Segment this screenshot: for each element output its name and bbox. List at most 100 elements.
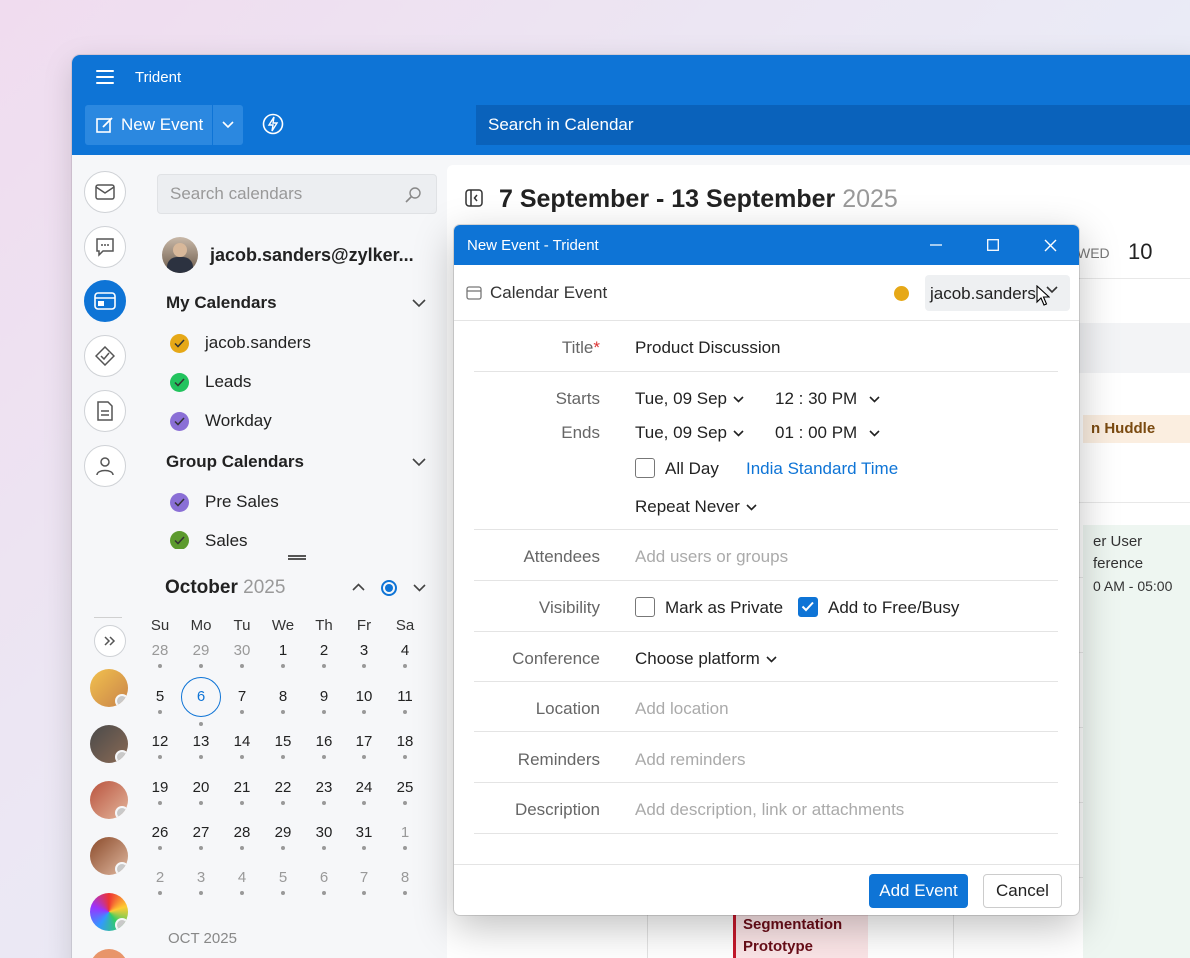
mini-calendar-day[interactable]: 28 (140, 642, 180, 668)
account-row[interactable]: jacob.sanders@zylker... (162, 237, 414, 273)
timezone-link[interactable]: India Standard Time (746, 459, 898, 479)
group-calendars-heading[interactable]: Group Calendars (166, 452, 304, 472)
mini-calendar-day[interactable]: 3 (181, 869, 221, 895)
mini-calendar-day[interactable]: 2 (304, 642, 344, 668)
start-time-select[interactable]: 12 : 30 PM (775, 389, 880, 409)
event-conference[interactable]: er User ference 0 AM - 05:00 (1083, 525, 1190, 958)
event-segmentation[interactable]: Segmentation Prototype (733, 910, 868, 958)
day-number[interactable]: 10 (1128, 239, 1152, 265)
calendar-item-workday[interactable]: Workday (170, 411, 272, 431)
title-input[interactable]: Product Discussion (635, 338, 781, 358)
close-button[interactable] (1022, 225, 1078, 265)
checkmark-icon[interactable] (170, 492, 189, 512)
mini-calendar-day[interactable]: 3 (344, 642, 384, 668)
mini-calendar-day[interactable]: 5 (140, 688, 180, 714)
hamburger-menu-icon[interactable] (96, 70, 116, 84)
search-calendar-input[interactable]: Search in Calendar (476, 105, 1190, 145)
mini-calendar-day[interactable]: 9 (304, 688, 344, 714)
chevron-down-icon[interactable] (412, 458, 426, 467)
lightning-icon[interactable] (262, 113, 284, 135)
checkmark-icon[interactable] (170, 333, 189, 353)
mini-calendar-day[interactable]: 20 (181, 779, 221, 805)
end-time-select[interactable]: 01 : 00 PM (775, 423, 880, 443)
mini-calendar-day[interactable]: 16 (304, 733, 344, 759)
contacts-icon[interactable] (84, 445, 126, 487)
mini-calendar-day[interactable]: 10 (344, 688, 384, 714)
maximize-button[interactable] (965, 225, 1021, 265)
chat-icon[interactable] (84, 226, 126, 268)
notes-icon[interactable] (84, 390, 126, 432)
all-day-row[interactable] (1077, 323, 1190, 373)
mini-calendar-day[interactable]: 15 (263, 733, 303, 759)
checkmark-icon[interactable] (170, 372, 189, 392)
mini-calendar-day[interactable]: 13 (181, 733, 221, 759)
reminders-input[interactable]: Add reminders (635, 750, 746, 770)
start-date-select[interactable]: Tue, 09 Sep (635, 389, 744, 409)
chevron-up-icon[interactable] (352, 583, 365, 591)
mini-calendar-day[interactable]: 8 (385, 869, 425, 895)
mini-calendar-day[interactable]: 5 (263, 869, 303, 895)
mini-calendar-day[interactable]: 2 (140, 869, 180, 895)
avatar[interactable] (90, 725, 128, 763)
location-input[interactable]: Add location (635, 699, 729, 719)
cancel-button[interactable]: Cancel (983, 874, 1062, 908)
mini-calendar-day[interactable]: 21 (222, 779, 262, 805)
new-event-dropdown[interactable] (213, 105, 243, 145)
mark-private-checkbox[interactable] (635, 597, 655, 617)
avatar[interactable] (90, 949, 128, 958)
mini-calendar-day[interactable]: 12 (140, 733, 180, 759)
mini-calendar-day[interactable]: 7 (344, 869, 384, 895)
expand-rail-button[interactable] (94, 625, 126, 657)
mini-calendar-day[interactable]: 6 (181, 677, 221, 726)
event-type[interactable]: Calendar Event (466, 283, 607, 303)
mini-calendar-day[interactable]: 8 (263, 688, 303, 714)
description-input[interactable]: Add description, link or attachments (635, 800, 904, 820)
conference-select[interactable]: Choose platform (635, 649, 777, 669)
my-calendars-heading[interactable]: My Calendars (166, 293, 277, 313)
collapse-sidebar-icon[interactable] (465, 189, 483, 207)
mini-calendar-day[interactable]: 25 (385, 779, 425, 805)
mini-calendar-day[interactable]: 26 (140, 824, 180, 850)
mini-calendar-day[interactable]: 1 (385, 824, 425, 850)
today-icon[interactable] (381, 580, 397, 596)
mini-calendar-day[interactable]: 30 (304, 824, 344, 850)
event-huddle[interactable]: n Huddle (1083, 415, 1190, 443)
chevron-down-icon[interactable] (412, 299, 426, 308)
free-busy-checkbox[interactable] (798, 597, 818, 617)
minimize-button[interactable] (908, 225, 964, 265)
mail-icon[interactable] (84, 171, 126, 213)
checkmark-icon[interactable] (170, 411, 189, 431)
avatar[interactable] (90, 781, 128, 819)
calendar-item-sales[interactable]: Sales (170, 531, 248, 549)
mini-calendar-day[interactable]: 1 (263, 642, 303, 668)
calendar-item-jacob-sanders[interactable]: jacob.sanders (170, 333, 311, 353)
mini-calendar-day[interactable]: 29 (181, 642, 221, 668)
mini-calendar-day[interactable]: 17 (344, 733, 384, 759)
mini-calendar-day[interactable]: 4 (222, 869, 262, 895)
avatar[interactable] (90, 669, 128, 707)
calendar-icon[interactable] (84, 280, 126, 322)
end-date-select[interactable]: Tue, 09 Sep (635, 423, 744, 443)
all-day-checkbox[interactable] (635, 458, 655, 478)
mini-calendar-day[interactable]: 23 (304, 779, 344, 805)
new-event-button[interactable]: New Event (85, 105, 212, 145)
calendar-item-pre-sales[interactable]: Pre Sales (170, 492, 279, 512)
mini-calendar-day[interactable]: 7 (222, 688, 262, 714)
repeat-select[interactable]: Repeat Never (635, 497, 757, 517)
checkmark-icon[interactable] (170, 531, 189, 549)
resize-grip-icon[interactable] (288, 555, 306, 560)
mini-calendar-day[interactable]: 11 (385, 688, 425, 714)
avatar[interactable] (90, 837, 128, 875)
mini-calendar-day[interactable]: 14 (222, 733, 262, 759)
search-calendars-input[interactable]: Search calendars (157, 174, 437, 214)
mini-calendar-day[interactable]: 27 (181, 824, 221, 850)
mini-calendar-day[interactable]: 4 (385, 642, 425, 668)
add-event-button[interactable]: Add Event (869, 874, 968, 908)
mini-calendar-day[interactable]: 29 (263, 824, 303, 850)
attendees-input[interactable]: Add users or groups (635, 547, 788, 567)
mini-calendar-day[interactable]: 28 (222, 824, 262, 850)
mini-calendar-day[interactable]: 18 (385, 733, 425, 759)
mini-calendar-day[interactable]: 31 (344, 824, 384, 850)
mini-calendar-day[interactable]: 6 (304, 869, 344, 895)
mini-calendar-day[interactable]: 24 (344, 779, 384, 805)
